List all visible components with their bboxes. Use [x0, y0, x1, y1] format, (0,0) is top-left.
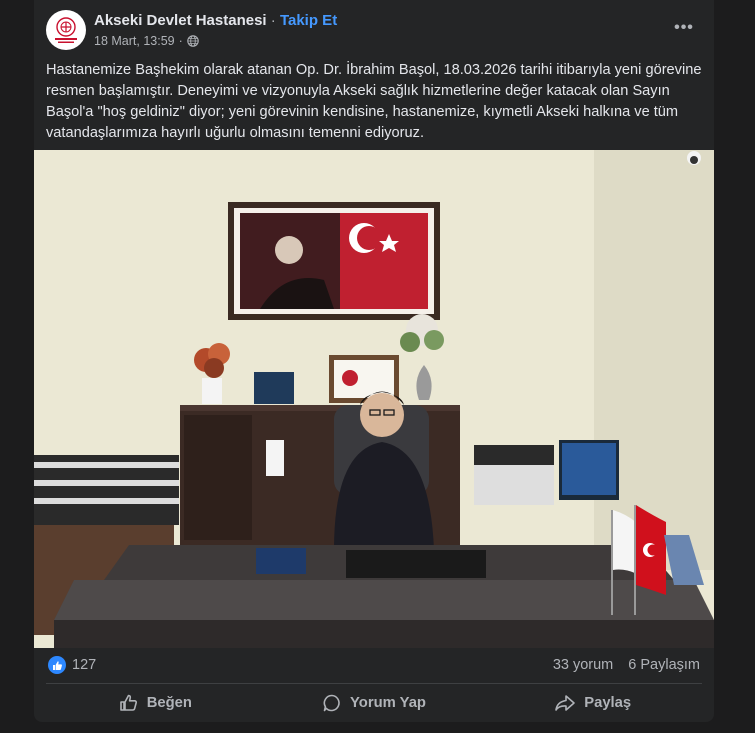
post-actions: Beğen Yorum Yap Paylaş [46, 686, 702, 720]
office-photo-image [34, 150, 714, 648]
like-icon [119, 694, 137, 711]
hospital-logo-icon [47, 11, 85, 49]
more-options-icon[interactable]: ••• [670, 14, 698, 42]
post-stats: 127 33 yorum 6 Paylaşım [34, 650, 714, 682]
post-card: Akseki Devlet Hastanesi · Takip Et 18 Ma… [34, 0, 714, 722]
comment-label: Yorum Yap [350, 695, 426, 711]
share-icon [555, 695, 576, 711]
like-reaction-icon[interactable] [48, 656, 66, 674]
comment-count[interactable]: 33 yorum [553, 657, 613, 673]
title-separator: · [270, 12, 276, 29]
share-label: Paylaş [584, 695, 632, 711]
follow-button[interactable]: Takip Et [280, 12, 337, 29]
post-header: Akseki Devlet Hastanesi · Takip Et 18 Ma… [34, 0, 714, 54]
post-meta: 18 Mart, 13:59 · [94, 34, 199, 48]
post-body-text: Hastanemize Başhekim olarak atanan Op. D… [46, 62, 702, 141]
action-divider [46, 683, 702, 684]
comment-icon [323, 694, 340, 712]
meta-separator: · [178, 34, 183, 48]
comment-button[interactable]: Yorum Yap [265, 686, 484, 720]
page-name-link[interactable]: Akseki Devlet Hastanesi [94, 12, 267, 29]
page-title: Akseki Devlet Hastanesi · Takip Et [94, 12, 337, 29]
globe-icon[interactable] [187, 35, 199, 47]
thumbs-up-icon [52, 660, 62, 670]
post-timestamp[interactable]: 18 Mart, 13:59 [94, 34, 175, 48]
like-count[interactable]: 127 [72, 657, 96, 673]
share-button[interactable]: Paylaş [483, 686, 702, 720]
page-avatar[interactable] [46, 10, 86, 50]
engagement-counts: 33 yorum 6 Paylaşım [553, 657, 700, 673]
like-button[interactable]: Beğen [46, 686, 265, 720]
post-photo[interactable] [34, 150, 714, 648]
like-label: Beğen [146, 695, 192, 711]
share-count[interactable]: 6 Paylaşım [628, 657, 700, 673]
